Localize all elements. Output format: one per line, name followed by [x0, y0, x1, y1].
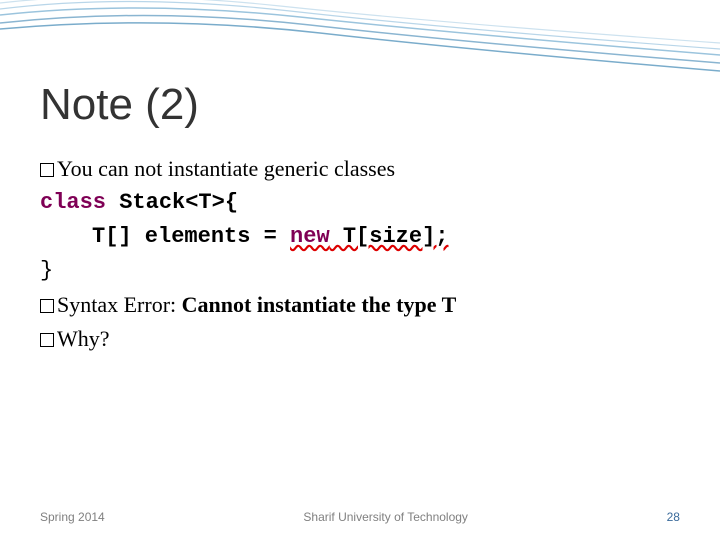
code-l2-err: T[size]; — [330, 224, 449, 249]
square-bullet-icon — [40, 299, 54, 313]
footer: Spring 2014 Sharif University of Technol… — [40, 510, 680, 524]
slide-title: Note (2) — [40, 80, 680, 130]
bullet-1-text: You can not instantiate generic classes — [57, 156, 395, 181]
code-line-1: class Stack<T>{ — [40, 186, 680, 220]
footer-center: Sharif University of Technology — [303, 510, 468, 524]
code-l2-a: T[] elements = — [92, 224, 290, 249]
footer-left: Spring 2014 — [40, 510, 105, 524]
square-bullet-icon — [40, 163, 54, 177]
bullet-2: Syntax Error: Cannot instantiate the typ… — [40, 288, 680, 322]
keyword-new: new — [290, 224, 330, 249]
bullet-1: You can not instantiate generic classes — [40, 152, 680, 186]
bullet-3: Why? — [40, 322, 680, 356]
page-number: 28 — [667, 510, 680, 524]
bullet-3-text: Why? — [57, 326, 110, 351]
keyword-class: class — [40, 190, 106, 215]
slide-content: Note (2) You can not instantiate generic… — [40, 80, 680, 357]
code-line-1-rest: Stack<T>{ — [106, 190, 238, 215]
square-bullet-icon — [40, 333, 54, 347]
bullet-2-bold: Cannot instantiate the type T — [182, 292, 457, 317]
code-line-3: } — [40, 254, 680, 288]
decorative-swoosh — [0, 0, 720, 75]
code-line-2: T[] elements = new T[size]; — [40, 220, 680, 254]
bullet-2-prefix: Syntax Error: — [57, 292, 182, 317]
